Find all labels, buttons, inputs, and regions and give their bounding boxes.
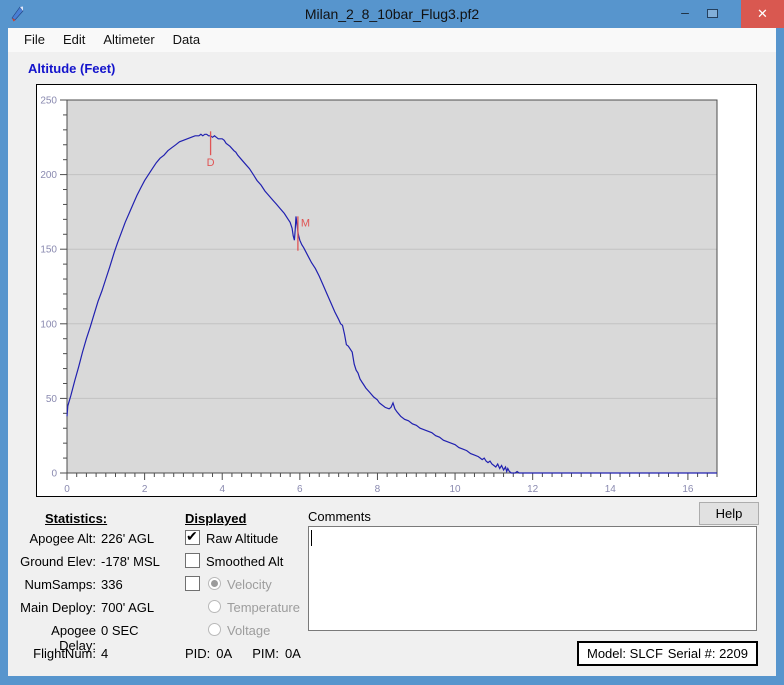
svg-text:200: 200: [40, 170, 57, 181]
voltage-label: Voltage: [227, 623, 270, 638]
velocity-checkbox[interactable]: ✔: [185, 576, 200, 591]
pid-value: 0A: [216, 646, 232, 661]
stat-value: 4: [101, 646, 108, 661]
serial-value: 2209: [719, 646, 748, 661]
stat-value: 700' AGL: [101, 600, 154, 615]
serial-info: Serial #: 2209: [668, 646, 748, 661]
pim-value: 0A: [285, 646, 301, 661]
model-label: Model:: [587, 646, 626, 661]
window-title: Milan_2_8_10bar_Flug3.pf2: [0, 0, 784, 28]
stat-value: -178' MSL: [101, 554, 160, 569]
velocity-radio: [208, 577, 221, 590]
svg-text:0: 0: [64, 484, 70, 495]
smoothed-alt-label: Smoothed Alt: [206, 554, 283, 569]
close-button[interactable]: ✕: [741, 0, 784, 28]
svg-text:M: M: [301, 217, 310, 229]
comments-textarea[interactable]: [308, 526, 757, 631]
stat-value: 336: [101, 577, 123, 592]
serial-label: Serial #:: [668, 646, 716, 661]
displayed-heading: Displayed: [185, 511, 246, 526]
velocity-label: Velocity: [227, 577, 272, 592]
svg-text:12: 12: [527, 484, 539, 495]
svg-text:150: 150: [40, 245, 57, 256]
maximize-button[interactable]: [701, 0, 725, 28]
device-info-box: Model: SLCF Serial #: 2209: [577, 641, 758, 666]
stat-label: NumSamps:: [20, 577, 96, 592]
menu-bar: File Edit Altimeter Data: [8, 28, 776, 52]
menu-file[interactable]: File: [15, 28, 54, 52]
svg-text:2: 2: [142, 484, 148, 495]
model-value: SLCF: [630, 646, 663, 661]
pim-label: PIM:: [252, 646, 279, 661]
altitude-chart[interactable]: 0 50 100 150 200 250 0 2 4 6 8 10 12 14 16 D M: [36, 84, 757, 497]
svg-text:250: 250: [40, 96, 57, 107]
comments-label: Comments: [308, 509, 371, 524]
svg-text:D: D: [207, 157, 215, 169]
svg-text:50: 50: [46, 394, 58, 405]
temperature-radio: [208, 600, 221, 613]
checkmark-icon: ✔: [186, 528, 198, 545]
svg-text:100: 100: [40, 319, 57, 330]
radio-dot-icon: [211, 580, 218, 587]
svg-text:6: 6: [297, 484, 303, 495]
stat-value: 226' AGL: [101, 531, 154, 546]
svg-text:0: 0: [51, 469, 57, 480]
svg-text:4: 4: [219, 484, 225, 495]
statistics-heading: Statistics:: [45, 511, 107, 526]
minimize-button[interactable]: –: [675, 0, 695, 28]
svg-text:10: 10: [449, 484, 461, 495]
stat-label: Ground Elev:: [20, 554, 96, 569]
stat-label: Main Deploy:: [20, 600, 96, 615]
temperature-label: Temperature: [227, 600, 300, 615]
smoothed-alt-checkbox[interactable]: ✔: [185, 553, 200, 568]
raw-altitude-checkbox[interactable]: ✔: [185, 530, 200, 545]
menu-data[interactable]: Data: [164, 28, 209, 52]
stat-value: 0 SEC: [101, 623, 139, 638]
chart-plot[interactable]: 0 50 100 150 200 250 0 2 4 6 8 10 12 14 16 D M: [37, 85, 756, 496]
help-button[interactable]: Help: [699, 502, 759, 525]
stat-label: FlightNum:: [20, 646, 96, 661]
pid-label: PID:: [185, 646, 210, 661]
stat-label: Apogee Alt:: [20, 531, 96, 546]
voltage-radio: [208, 623, 221, 636]
pid-pim-row: PID: 0A PIM: 0A: [185, 646, 307, 661]
title-bar[interactable]: Milan_2_8_10bar_Flug3.pf2 – ✕: [0, 0, 784, 28]
svg-text:16: 16: [682, 484, 694, 495]
raw-altitude-label: Raw Altitude: [206, 531, 278, 546]
menu-edit[interactable]: Edit: [54, 28, 94, 52]
text-caret: [311, 530, 312, 546]
chart-title: Altitude (Feet): [28, 61, 115, 76]
client-area: File Edit Altimeter Data Altitude (Feet)…: [8, 28, 776, 676]
menu-altimeter[interactable]: Altimeter: [94, 28, 163, 52]
svg-text:8: 8: [375, 484, 381, 495]
maximize-icon: [707, 9, 718, 18]
svg-text:14: 14: [605, 484, 617, 495]
app-window: Milan_2_8_10bar_Flug3.pf2 – ✕ File Edit …: [0, 0, 784, 685]
model-info: Model: SLCF: [587, 646, 663, 661]
